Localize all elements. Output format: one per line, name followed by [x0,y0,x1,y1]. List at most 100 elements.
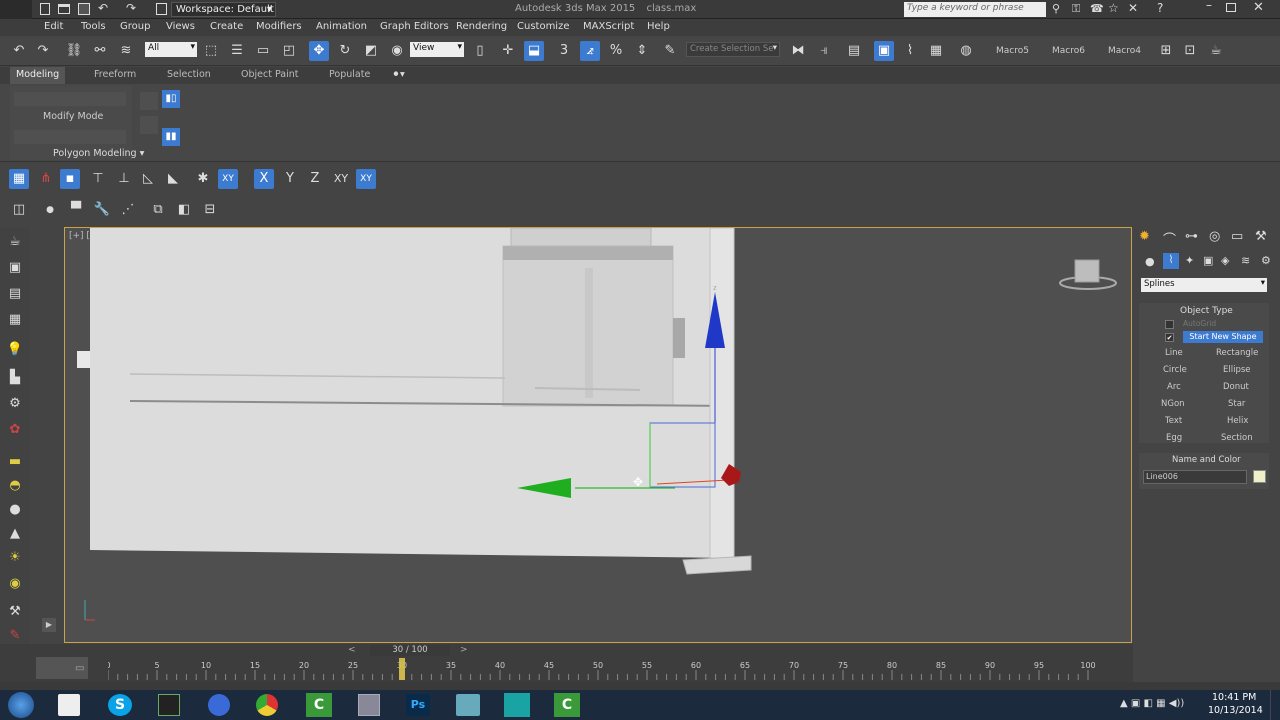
undo-icon[interactable]: ↶ [9,41,29,61]
create-tab-icon[interactable]: ✹ [1139,229,1150,244]
lights-icon[interactable]: ✦ [1185,254,1194,267]
camtasia-recorder-icon[interactable]: C [306,693,332,717]
schematic-view-icon[interactable]: ▦ [926,41,946,61]
plane-icon[interactable]: ▬ [5,452,25,472]
tray-icons[interactable]: ▲ ▣ ◧ ▦ ◀)) [1120,698,1184,709]
3dsmax-icon[interactable] [504,693,530,717]
donut-button[interactable]: Donut [1223,382,1249,392]
egg-button[interactable]: Egg [1166,433,1182,443]
keyboard-shortcut-override-icon[interactable]: ⬓ [524,41,544,61]
menu-modifiers[interactable]: Modifiers [256,21,302,32]
menu-rendering[interactable]: Rendering [456,21,507,32]
rectangular-selection-icon[interactable]: ▭ [253,41,273,61]
pivot-snap-icon[interactable]: ⋔ [36,169,56,189]
menu-group[interactable]: Group [120,21,150,32]
render-setup-icon[interactable]: ⊞ [1156,41,1176,61]
menu-views[interactable]: Views [166,21,195,32]
teapot-icon[interactable]: ☕ [5,232,25,252]
object-name-input[interactable]: Line006 [1143,470,1247,484]
subscription-icon[interactable]: ⚿ [1072,2,1080,16]
spacing-tool-icon[interactable]: ⋰ [118,200,138,220]
select-and-link-icon[interactable]: ⛓ [64,41,84,61]
ellipse-button[interactable]: Ellipse [1223,365,1251,375]
select-manipulate-icon[interactable]: ✛ [498,41,518,61]
angle-snap-icon[interactable]: ⦨ [580,41,600,61]
camera-icon[interactable]: ▙ [5,368,25,388]
reference-coordinate-dropdown[interactable]: View ▾ [410,42,464,57]
arc-button[interactable]: Arc [1167,382,1181,392]
axis-constraint-xy-icon[interactable]: XY [218,169,238,189]
menu-create[interactable]: Create [210,21,243,32]
dot-icon[interactable]: ● [40,200,60,220]
hold-icon[interactable] [156,3,167,15]
layers-icon[interactable]: ◫ [9,200,29,220]
clone-align-icon[interactable]: ⧉ [148,200,168,220]
vertex-snap-icon[interactable]: ▪ [60,169,80,189]
axis-z-button[interactable]: Z [305,169,325,189]
skype-icon[interactable]: S [108,694,132,716]
track-bar-icon[interactable]: ▭ [75,663,84,674]
rectangle-button[interactable]: Rectangle [1216,348,1258,358]
motion-tab-icon[interactable]: ◎ [1209,229,1220,244]
menu-graph-editors[interactable]: Graph Editors [380,21,449,32]
quick-access-open-icon[interactable] [58,4,70,14]
render-production-icon[interactable]: ☕ [1206,41,1226,61]
grid-points-snap-icon[interactable]: ▦ [9,169,29,189]
tab-freeform[interactable]: Freeform [94,69,136,80]
curve-editor-icon[interactable]: ⌇ [900,41,920,61]
face-snap-icon[interactable]: ◣ [163,169,183,189]
macro5-button[interactable]: Macro5 [996,46,1029,56]
unlink-icon[interactable]: ⚯ [90,41,110,61]
start-orb-icon[interactable] [8,692,34,718]
tools-icon[interactable]: ⚒ [5,602,25,622]
helix-button[interactable]: Helix [1227,416,1248,426]
show-desktop-button[interactable] [1270,690,1280,720]
minimize-icon[interactable]: – [1206,0,1212,12]
isolate-icon[interactable]: ⊟ [200,200,220,220]
cameras-icon[interactable]: ▣ [1203,254,1213,267]
sphere-icon[interactable]: ● [5,500,25,520]
select-and-move-icon[interactable]: ✥ [309,41,329,61]
calculator-icon[interactable] [358,694,380,716]
quick-access-save-icon[interactable] [78,3,90,15]
select-and-rotate-icon[interactable]: ↻ [335,41,355,61]
bind-space-warp-icon[interactable]: ≋ [116,41,136,61]
camtasia-icon[interactable] [158,694,180,716]
menu-help[interactable]: Help [647,21,670,32]
menu-tools[interactable]: Tools [81,21,106,32]
select-object-icon[interactable]: ⬚ [201,41,221,61]
quick-access-new-icon[interactable] [40,3,50,15]
vertex-level-icon[interactable] [140,92,158,110]
midpoint-snap-icon[interactable]: ⊥ [114,169,134,189]
macro6-button[interactable]: Macro6 [1052,46,1085,56]
render-frame-window-icon[interactable]: ⊡ [1180,41,1200,61]
modify-tab-icon[interactable]: ⌒ [1163,229,1176,248]
helper-icon[interactable]: ⚙ [5,394,25,414]
pivot-center-icon[interactable]: ▯ [470,41,490,61]
select-and-place-icon[interactable]: ◉ [387,41,407,61]
utilities-tab-icon[interactable]: ⚒ [1255,229,1267,244]
line-button[interactable]: Line [1165,348,1183,358]
center-face-snap-icon[interactable]: ✱ [193,169,213,189]
photoshop-icon[interactable]: Ps [406,694,430,716]
circle-button[interactable]: Circle [1163,365,1187,375]
axis-xy-button[interactable]: XY [331,169,351,189]
percent-snap-icon[interactable]: % [606,41,626,61]
macro4-button[interactable]: Macro4 [1108,46,1141,56]
clock-time[interactable]: 10:41 PM [1212,692,1256,703]
array-icon[interactable]: ▀ [66,200,86,220]
endpoint-snap-icon[interactable]: ⊤ [88,169,108,189]
itunes-icon[interactable] [208,694,230,716]
systems-icon[interactable]: ⚙ [1261,254,1271,267]
named-selection-dropdown[interactable]: Create Selection Se ▾ [686,42,780,57]
paint-icon[interactable]: ✎ [5,626,25,646]
list-icon[interactable]: ▤ [5,284,25,304]
box-icon[interactable]: ▣ [5,258,25,278]
edit-named-selection-icon[interactable]: ✎ [660,41,680,61]
material-editor-icon[interactable]: ◍ [956,41,976,61]
align-icon[interactable]: ⫣ [814,41,834,61]
snapshot-icon[interactable]: ◧ [174,200,194,220]
object-type-title[interactable]: Object Type [1180,306,1233,316]
star-button[interactable]: Star [1228,399,1245,409]
helpers-icon[interactable]: ◈ [1221,254,1229,267]
